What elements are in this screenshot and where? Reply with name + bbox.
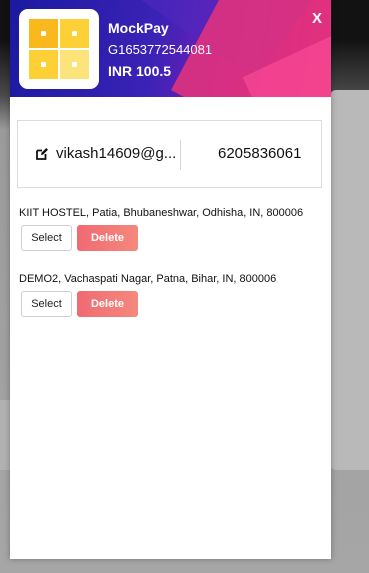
address-text: KIIT HOSTEL, Patia, Bhubaneshwar, Odhish… <box>19 207 304 219</box>
backdrop-panel <box>330 90 369 470</box>
modal-header: MockPay G1653772544081 INR 100.5 X <box>10 0 331 97</box>
merchant-name: MockPay <box>108 20 169 36</box>
close-button[interactable]: X <box>312 10 322 27</box>
payment-modal: MockPay G1653772544081 INR 100.5 X vikas… <box>10 0 331 559</box>
order-id: G1653772544081 <box>108 42 213 57</box>
order-amount: INR 100.5 <box>108 63 172 79</box>
merchant-logo <box>19 9 99 89</box>
user-email: vikash14609@g... <box>56 145 177 162</box>
edit-icon[interactable] <box>35 147 49 161</box>
select-address-button[interactable]: Select <box>21 225 72 251</box>
select-address-button[interactable]: Select <box>21 291 72 317</box>
logo-icon <box>29 19 89 79</box>
user-phone: 6205836061 <box>218 145 302 162</box>
divider <box>180 140 181 170</box>
user-contact-card: vikash14609@g... 6205836061 <box>17 120 322 188</box>
delete-address-button[interactable]: Delete <box>77 291 138 317</box>
address-text: DEMO2, Vachaspati Nagar, Patna, Bihar, I… <box>19 273 277 285</box>
delete-address-button[interactable]: Delete <box>77 225 138 251</box>
